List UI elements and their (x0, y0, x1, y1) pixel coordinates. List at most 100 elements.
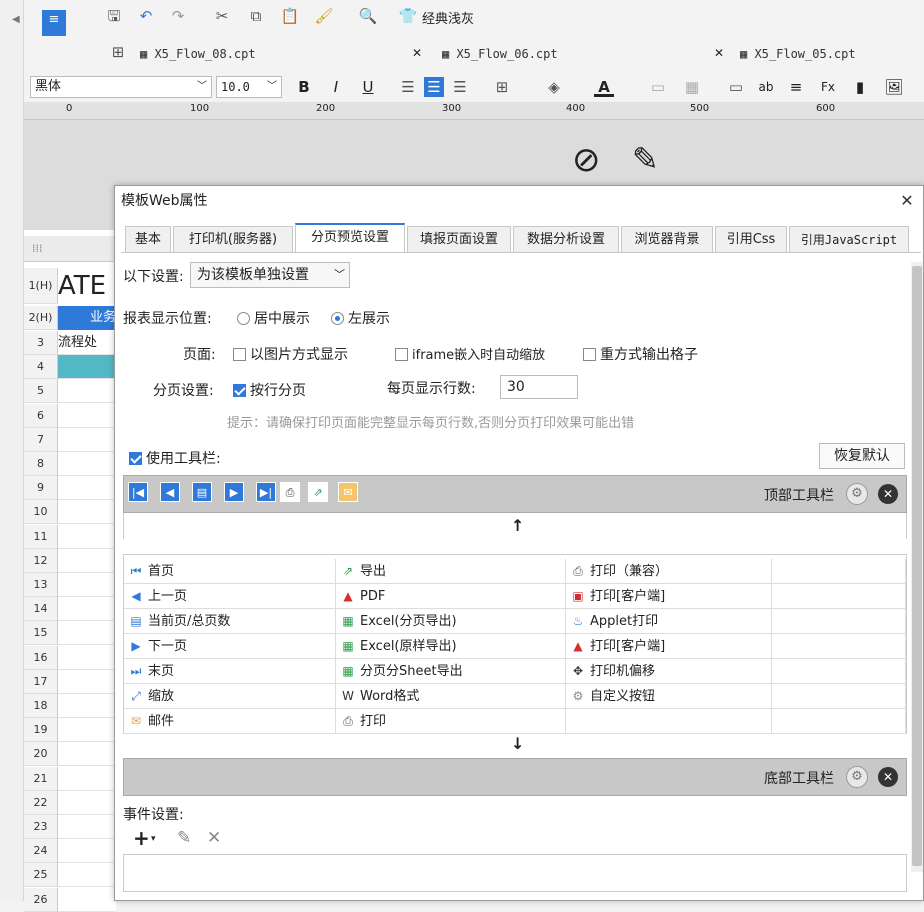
align-left-icon[interactable]: ☰ (398, 77, 418, 97)
bold-icon[interactable]: B (294, 77, 314, 97)
row-header[interactable]: 18 (24, 694, 58, 718)
email-icon[interactable]: ✉ (338, 482, 358, 502)
sheet-cell[interactable] (58, 548, 116, 573)
event-list[interactable] (123, 854, 907, 892)
next-page-icon[interactable]: ▶ (224, 482, 244, 502)
row-header[interactable]: 9 (24, 476, 58, 501)
align-right-icon[interactable]: ☰ (450, 77, 470, 97)
row-header[interactable]: 16 (24, 645, 58, 670)
row-header[interactable]: 4 (24, 355, 58, 380)
sheet-cell[interactable] (58, 573, 116, 597)
edit-icon[interactable]: ✎ (177, 828, 191, 848)
top-toolbar-area[interactable]: |◀ ◀ ▤ ▶ ▶| ⎙ ⇗ ✉ 顶部工具栏 ⚙ ✕ (123, 475, 907, 513)
row-header[interactable]: 10 (24, 500, 58, 525)
text-icon[interactable]: ab (756, 77, 776, 97)
page-iframe-checkbox[interactable]: iframe嵌入时自动缩放 (395, 344, 545, 363)
theme-label[interactable]: 经典浅灰 (422, 8, 474, 27)
tab-page-preview[interactable]: 分页预览设置 (295, 223, 405, 253)
use-toolbar-checkbox[interactable]: 使用工具栏: (129, 448, 221, 468)
sheet-cell[interactable] (58, 452, 116, 476)
row-header[interactable]: 14 (24, 597, 58, 622)
sheet-cell[interactable] (58, 355, 116, 380)
toolbar-button-option[interactable]: ▲ PDF (336, 584, 566, 609)
row-header[interactable]: 11 (24, 524, 58, 549)
sheet-cell[interactable] (58, 500, 116, 525)
sheet-cell[interactable] (58, 403, 116, 428)
sheet-cell[interactable] (58, 597, 116, 622)
preview-icon[interactable]: 🔍 (358, 6, 378, 26)
scrollbar-thumb[interactable] (912, 266, 922, 866)
chart-icon[interactable]: ▮ (850, 77, 870, 97)
row-header[interactable]: 26 (24, 887, 58, 912)
table-icon[interactable]: ▦ (682, 77, 702, 97)
first-page-icon[interactable]: |◀ (128, 482, 148, 502)
file-tab[interactable]: ▦ X5_Flow_06.cpt (442, 42, 722, 66)
sheet-cell[interactable] (58, 694, 116, 718)
gear-icon[interactable]: ⚙ (846, 766, 868, 788)
toolbar-button-option[interactable]: ▤ 当前页/总页数 (124, 609, 336, 634)
richtext-icon[interactable]: ≡ (786, 77, 806, 97)
header-cell[interactable]: 业务 (58, 306, 116, 330)
border-icon[interactable]: ⊞ (492, 77, 512, 97)
formula-icon[interactable]: Fx (818, 77, 838, 97)
row-header[interactable]: 23 (24, 815, 58, 839)
row-header[interactable]: 19 (24, 718, 58, 743)
toolbar-button-option[interactable]: ⎙ 打印（兼容） (566, 559, 772, 584)
cut-icon[interactable]: ✂ (212, 6, 232, 26)
toolbar-button-option[interactable]: ▶ 下一页 (124, 634, 336, 659)
sheet-cell[interactable] (58, 645, 116, 670)
page-heavy-checkbox[interactable]: 重方式输出格子 (583, 344, 698, 364)
sheet-cell[interactable] (58, 790, 116, 815)
arrow-up-icon[interactable]: ↑ (511, 516, 524, 535)
grid-layout-icon[interactable]: ⊞ (108, 42, 128, 62)
toolbar-button-option[interactable]: ✥ 打印机偏移 (566, 659, 772, 684)
font-color-icon[interactable]: A (594, 77, 614, 97)
file-tab[interactable]: ▦ X5_Flow_08.cpt (140, 42, 420, 66)
fill-color-icon[interactable]: ◈ (544, 77, 564, 97)
sheet-cell[interactable] (58, 863, 116, 888)
textbox-icon[interactable]: ▭ (726, 77, 746, 97)
restore-default-button[interactable]: 恢复默认 (819, 443, 905, 469)
row-header[interactable]: 21 (24, 766, 58, 791)
toolbar-button-option[interactable]: ▦ 分页分Sheet导出 (336, 659, 566, 684)
toolbar-button-option[interactable]: W Word格式 (336, 684, 566, 709)
sheet-cell[interactable] (58, 476, 116, 501)
tab-css[interactable]: 引用Css (715, 226, 787, 252)
toolbar-button-option[interactable]: ▲ 打印[客户端] (566, 634, 772, 659)
row-header[interactable]: 13 (24, 573, 58, 597)
sheet-cell[interactable] (58, 718, 116, 743)
delete-icon[interactable]: ✕ (207, 828, 221, 848)
paging-by-rows-checkbox[interactable]: 按行分页 (233, 380, 306, 400)
toolbar-button-option[interactable]: ▦ Excel(原样导出) (336, 634, 566, 659)
row-header[interactable]: 15 (24, 621, 58, 646)
row-header[interactable]: 5 (24, 379, 58, 404)
row-header[interactable]: 17 (24, 669, 58, 694)
row-header[interactable]: 2(H) (24, 306, 58, 330)
format-painter-icon[interactable]: 🖌 (314, 6, 334, 26)
bottom-toolbar-area[interactable]: 底部工具栏 ⚙ ✕ (123, 758, 907, 796)
close-tab-icon[interactable]: ✕ (412, 46, 422, 60)
row-header[interactable]: 1(H) (24, 268, 58, 304)
sheet-cell[interactable] (58, 379, 116, 404)
hide-eye-icon[interactable]: ⊘ (572, 140, 601, 180)
toolbar-button-option[interactable]: ▣ 打印[客户端] (566, 584, 772, 609)
page-count-icon[interactable]: ▤ (192, 482, 212, 502)
row-header[interactable]: 22 (24, 790, 58, 815)
settings-scope-select[interactable]: 为该模板单独设置 ﹀ (190, 262, 350, 288)
merge-icon[interactable]: ▭ (648, 77, 668, 97)
toolbar-button-option[interactable]: ✉ 邮件 (124, 709, 336, 734)
print-icon[interactable]: ⎙ (280, 482, 300, 502)
collapse-arrow-icon[interactable]: ◀ (12, 14, 20, 25)
position-left-radio[interactable]: 左展示 (331, 308, 390, 328)
row-header[interactable]: 25 (24, 863, 58, 888)
tab-printer-server[interactable]: 打印机(服务器) (173, 226, 293, 252)
sheet-cell[interactable] (58, 887, 116, 912)
sheet-cell[interactable] (58, 427, 116, 452)
save-icon[interactable]: 🖫 (104, 6, 124, 26)
tab-fill-page[interactable]: 填报页面设置 (407, 226, 511, 252)
sheet-cell[interactable] (58, 839, 116, 864)
close-icon[interactable]: ✕ (897, 186, 917, 216)
tab-data-analysis[interactable]: 数据分析设置 (513, 226, 619, 252)
last-page-icon[interactable]: ▶| (256, 482, 276, 502)
row-header[interactable]: 8 (24, 452, 58, 476)
